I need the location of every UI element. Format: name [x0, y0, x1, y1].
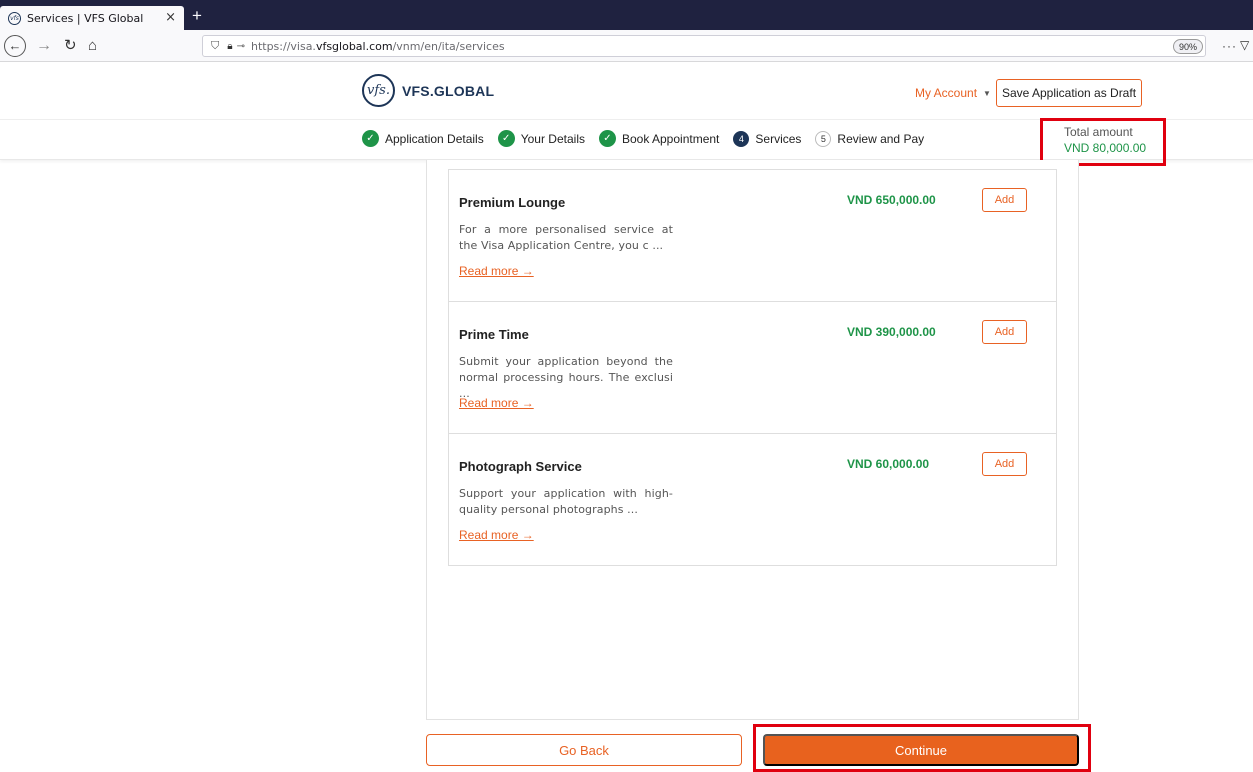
- caret-down-icon: ▼: [983, 88, 991, 98]
- total-amount-value: VND 80,000.00: [1064, 141, 1147, 155]
- vfs-logo[interactable]: vfs. VFS.GLOBAL: [362, 74, 494, 107]
- step-services: 4 Services: [733, 130, 802, 147]
- lock-icon[interactable]: 🔒︎: [227, 41, 232, 52]
- close-tab-icon[interactable]: ×: [165, 10, 176, 25]
- check-circle-icon: ✓: [362, 130, 379, 147]
- step-label: Review and Pay: [837, 131, 925, 146]
- service-item-prime-time: Prime Time Submit your application beyon…: [449, 302, 1056, 434]
- continue-button[interactable]: Continue: [763, 734, 1079, 766]
- step-label: Services: [755, 131, 802, 146]
- total-amount-label: Total amount: [1064, 125, 1133, 139]
- service-item-premium-lounge: Premium Lounge For a more personalised s…: [449, 170, 1056, 302]
- read-more-link[interactable]: Read more →: [459, 264, 534, 278]
- service-title: Prime Time: [459, 327, 529, 342]
- browser-tab[interactable]: vfs Services | VFS Global ×: [0, 6, 184, 30]
- step-label: Book Appointment: [621, 131, 720, 146]
- add-photograph-service-button[interactable]: Add: [982, 452, 1027, 476]
- services-list: Premium Lounge For a more personalised s…: [448, 169, 1057, 566]
- service-price: VND 60,000.00: [847, 457, 930, 471]
- zoom-level-badge[interactable]: 90%: [1173, 39, 1203, 54]
- go-back-button[interactable]: Go Back: [426, 734, 742, 766]
- pocket-icon[interactable]: ▽: [1240, 38, 1249, 52]
- browser-nav-bar: ← → ↻ ⌂ ⛉ 🔒︎ ⊸ https://visa. vfsglobal.co…: [0, 30, 1253, 62]
- forward-arrow-icon[interactable]: →: [36, 36, 52, 56]
- brand-name: VFS.GLOBAL: [402, 82, 495, 99]
- url-path: /vnm/en/ita/services: [392, 39, 505, 53]
- service-title: Photograph Service: [459, 459, 582, 474]
- check-circle-icon: ✓: [598, 130, 616, 147]
- my-account-dropdown[interactable]: My Account ▼: [915, 86, 991, 100]
- step-label: Your Details: [520, 131, 585, 146]
- service-description: Submit your application beyond the norma…: [459, 355, 673, 400]
- total-amount-box: Total amount VND 80,000.00: [1040, 118, 1166, 166]
- url-bar[interactable]: ⛉ 🔒︎ ⊸ https://visa. vfsglobal.com/vnm/en…: [202, 35, 1206, 57]
- service-description: Support your application with high-quali…: [459, 487, 673, 516]
- save-draft-button[interactable]: Save Application as Draft: [996, 79, 1142, 107]
- service-price: VND 390,000.00: [847, 325, 936, 339]
- vfs-logo-mark: vfs.: [362, 74, 395, 107]
- service-item-photograph-service: Photograph Service Support your applicat…: [449, 434, 1056, 566]
- check-circle-icon: ✓: [497, 130, 515, 147]
- key-icon[interactable]: ⊸: [237, 41, 245, 52]
- home-icon[interactable]: ⌂: [88, 36, 97, 56]
- step-your-details: ✓ Your Details: [497, 130, 585, 147]
- step-application-details: ✓ Application Details: [362, 130, 484, 147]
- step-number-badge: 4: [733, 130, 750, 147]
- tab-title: Services | VFS Global: [27, 11, 144, 25]
- browser-tab-bar: vfs Services | VFS Global × +: [0, 0, 1253, 30]
- step-label: Application Details: [385, 131, 484, 146]
- read-more-link[interactable]: Read more →: [459, 528, 534, 542]
- page-actions-menu-icon[interactable]: ···: [1222, 39, 1237, 53]
- url-domain: vfsglobal.com: [315, 39, 393, 53]
- add-prime-time-button[interactable]: Add: [982, 320, 1027, 344]
- vfs-favicon-icon: vfs: [8, 11, 21, 25]
- add-premium-lounge-button[interactable]: Add: [982, 188, 1027, 212]
- read-more-link[interactable]: Read more →: [459, 396, 534, 410]
- url-prefix: https://visa.: [250, 39, 316, 53]
- site-header: vfs. VFS.GLOBAL My Account ▼ Save Applic…: [0, 62, 1253, 120]
- new-tab-button[interactable]: +: [192, 7, 202, 24]
- step-book-appointment: ✓ Book Appointment: [598, 130, 720, 147]
- service-description: For a more personalised service at the V…: [459, 223, 673, 252]
- back-arrow-icon[interactable]: ←: [4, 35, 26, 57]
- step-review-and-pay: 5 Review and Pay: [815, 130, 925, 147]
- reload-icon[interactable]: ↻: [64, 36, 77, 56]
- service-price: VND 650,000.00: [847, 193, 936, 207]
- my-account-label: My Account: [915, 86, 978, 100]
- service-title: Premium Lounge: [459, 195, 566, 210]
- steps-list: ✓ Application Details ✓ Your Details ✓ B…: [362, 130, 938, 147]
- step-number-badge: 5: [815, 130, 832, 147]
- shield-icon[interactable]: ⛉: [211, 39, 219, 53]
